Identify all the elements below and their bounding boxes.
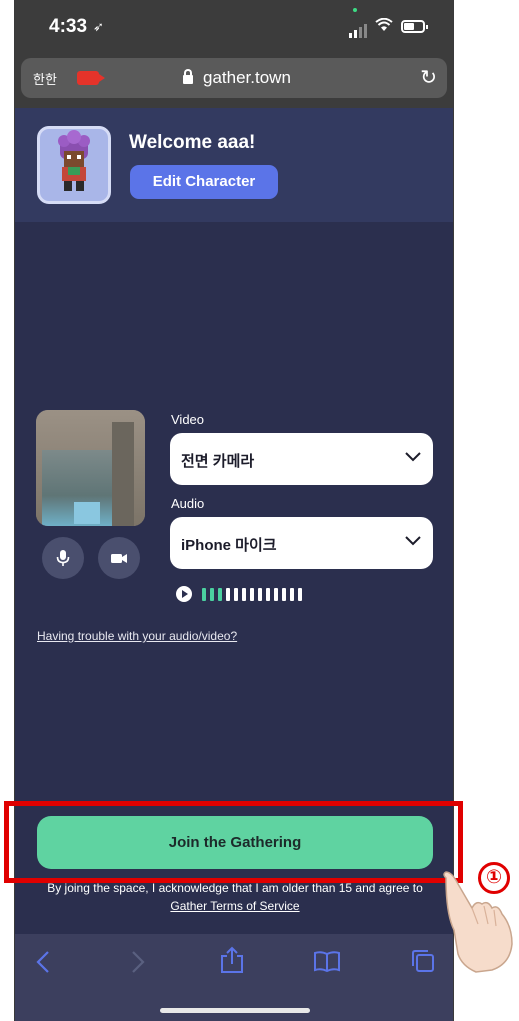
browser-toolbar [15, 934, 453, 1021]
audio-level-bar [218, 588, 222, 601]
forward-icon[interactable] [130, 950, 146, 974]
chevron-down-icon [405, 536, 421, 546]
chevron-down-icon [405, 452, 421, 462]
audio-select[interactable]: iPhone 마이크 [170, 517, 433, 569]
audio-select-value: iPhone 마이크 [181, 537, 277, 554]
video-label: Video [171, 412, 205, 427]
legal-text: By joing the space, I acknowledge that I… [47, 881, 423, 895]
url-domain[interactable]: gather.town [203, 68, 291, 88]
audio-level-bar [250, 588, 254, 601]
location-icon: ➶ [93, 19, 104, 34]
video-camera-icon [111, 554, 127, 563]
character-sprite-icon [58, 130, 90, 191]
address-bar[interactable]: 한한 gather.town ↻ [21, 58, 447, 98]
audio-level-bar [258, 588, 262, 601]
welcome-title: Welcome aaa! [129, 132, 256, 153]
microphone-icon [56, 550, 70, 566]
audio-level-bar [274, 588, 278, 601]
camera-recording-icon[interactable] [77, 71, 105, 85]
audio-level-bar [242, 588, 246, 601]
audio-level-bars [202, 588, 306, 606]
audio-level-bar [234, 588, 238, 601]
tapping-hand-icon [443, 871, 513, 973]
video-select-value: 전면 카메라 [181, 453, 255, 470]
camera-in-use-indicator [353, 8, 357, 12]
page-settings-button[interactable]: 한한 [33, 69, 57, 88]
bookmarks-icon[interactable] [313, 950, 341, 972]
browser-address-area: 한한 gather.town ↻ [15, 52, 453, 108]
lock-icon [183, 69, 193, 84]
home-indicator [160, 1008, 310, 1013]
audio-level-bar [282, 588, 286, 601]
camera-preview [36, 410, 145, 526]
character-avatar [37, 126, 111, 204]
audio-level-bar [266, 588, 270, 601]
status-bar: 4:33 ➶ [15, 0, 453, 52]
share-icon[interactable] [219, 946, 245, 974]
play-test-sound-icon[interactable] [176, 586, 192, 602]
audio-video-help-link[interactable]: Having trouble with your audio/video? [37, 629, 237, 643]
audio-level-bar [290, 588, 294, 601]
audio-label: Audio [171, 496, 205, 511]
reload-icon[interactable]: ↻ [420, 65, 437, 90]
join-button-highlight [4, 801, 463, 883]
battery-icon [401, 20, 428, 33]
wifi-icon [375, 16, 393, 37]
audio-level-bar [298, 588, 302, 601]
legal-notice: By joing the space, I acknowledge that I… [15, 879, 453, 915]
video-select[interactable]: 전면 카메라 [170, 433, 433, 485]
welcome-header: Welcome aaa! Edit Character [15, 108, 453, 222]
status-time: 4:33 [49, 16, 88, 37]
camera-toggle-button[interactable] [98, 537, 140, 579]
audio-level-bar [210, 588, 214, 601]
edit-character-button[interactable]: Edit Character [130, 165, 278, 199]
signal-icon [349, 20, 369, 38]
back-icon[interactable] [35, 950, 51, 974]
audio-level-bar [202, 588, 206, 601]
terms-of-service-link[interactable]: Gather Terms of Service [170, 899, 299, 913]
audio-level-bar [226, 588, 230, 601]
mic-toggle-button[interactable] [42, 537, 84, 579]
